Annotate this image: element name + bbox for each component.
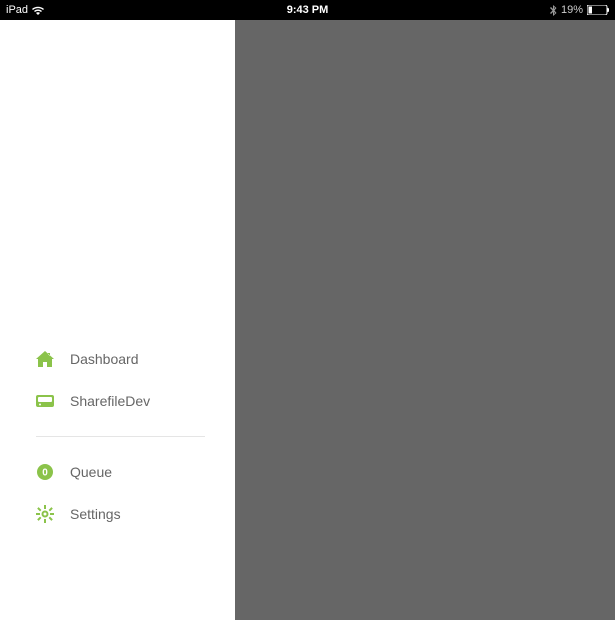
status-left: iPad — [6, 4, 44, 16]
status-bar: iPad 9:43 PM 19% — [0, 0, 615, 20]
bluetooth-icon — [550, 5, 557, 16]
svg-text:0: 0 — [42, 468, 48, 479]
home-icon — [36, 350, 54, 368]
battery-icon — [587, 5, 609, 15]
content-overlay[interactable] — [235, 20, 615, 620]
battery-percent: 19% — [561, 4, 583, 16]
sidebar: Dashboard SharefileDev 0 Queue Settings — [0, 20, 235, 620]
status-right: 19% — [550, 4, 609, 16]
sidebar-item-queue[interactable]: 0 Queue — [0, 451, 235, 493]
drive-icon — [36, 392, 54, 410]
sidebar-item-label: Queue — [70, 464, 112, 480]
queue-badge-icon: 0 — [36, 463, 54, 481]
sidebar-item-settings[interactable]: Settings — [0, 493, 235, 535]
sidebar-item-label: Settings — [70, 506, 121, 522]
sidebar-item-sharefiledev[interactable]: SharefileDev — [0, 380, 235, 422]
gear-icon — [36, 505, 54, 523]
wifi-icon — [32, 6, 44, 15]
main-container: Dashboard SharefileDev 0 Queue Settings — [0, 20, 615, 620]
sidebar-item-label: Dashboard — [70, 351, 139, 367]
sidebar-item-label: SharefileDev — [70, 393, 150, 409]
sidebar-divider — [36, 436, 205, 437]
sidebar-item-dashboard[interactable]: Dashboard — [0, 338, 235, 380]
status-time: 9:43 PM — [287, 4, 329, 16]
device-label: iPad — [6, 4, 28, 16]
